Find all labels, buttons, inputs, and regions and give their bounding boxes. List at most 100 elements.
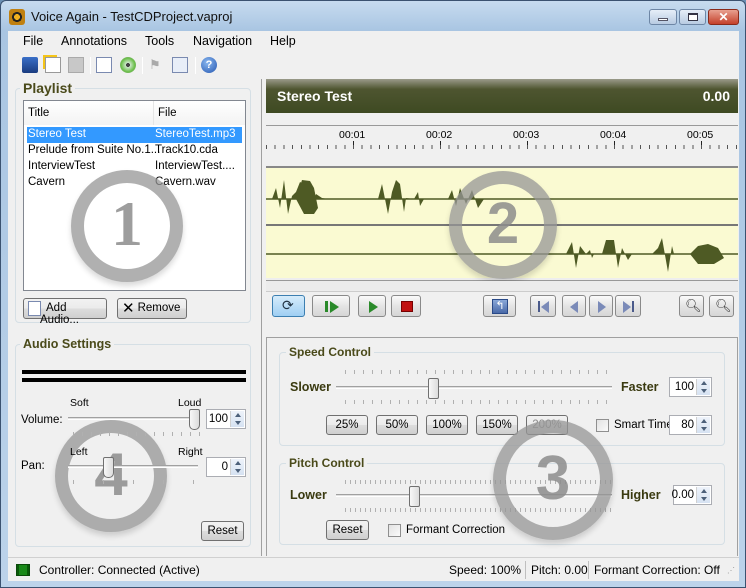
remove-label: Remove: [137, 302, 181, 314]
resize-grip[interactable]: ⋰: [727, 566, 735, 575]
pitch-reset-button[interactable]: Reset: [326, 520, 369, 540]
app-logo-icon: [9, 9, 25, 25]
ruler-label: 00:02: [426, 129, 453, 141]
formant-correction-checkbox[interactable]: [388, 524, 401, 537]
save-project-icon[interactable]: [22, 57, 38, 73]
loop-icon: ⟳: [282, 297, 294, 313]
volume-max-label: Loud: [178, 397, 202, 409]
close-button[interactable]: ✕: [708, 9, 739, 25]
level-meter-left: [22, 370, 246, 374]
menu-tools[interactable]: Tools: [145, 34, 174, 48]
zoom-out-button[interactable]: 🔍︎: [679, 295, 704, 317]
menu-navigation[interactable]: Navigation: [193, 34, 252, 48]
pitch-max-label: Higher: [621, 488, 661, 502]
volume-label: Volume:: [21, 414, 63, 426]
waveform-hscrollbar[interactable]: [266, 281, 738, 292]
loop-button[interactable]: ⟳: [272, 295, 305, 317]
step-forward-icon: [598, 301, 606, 313]
pitch-spinner[interactable]: 0.00: [672, 485, 712, 505]
step-back-button[interactable]: [562, 295, 586, 317]
pan-ticks: [73, 480, 200, 484]
maximize-button[interactable]: [679, 9, 706, 25]
column-header-title[interactable]: Title: [24, 101, 154, 125]
menu-file[interactable]: File: [23, 34, 43, 48]
remove-button[interactable]: ✕ Remove: [117, 298, 187, 319]
zoom-in-button[interactable]: 🔍︎: [709, 295, 734, 317]
smart-time-spinner[interactable]: 80: [669, 415, 712, 435]
return-button[interactable]: ↰: [483, 295, 516, 317]
timeline-ruler[interactable]: 00:01 00:02 00:03 00:04 00:05: [266, 113, 738, 165]
step-forward-button[interactable]: [589, 295, 613, 317]
playlist-list[interactable]: Title File Stereo Test StereoTest.mp3 Prel…: [23, 100, 246, 291]
cd-icon[interactable]: [120, 57, 136, 73]
zoom-in-icon: 🔍︎: [715, 298, 732, 313]
go-last-button[interactable]: [615, 295, 641, 317]
level-meter-right: [22, 378, 246, 382]
edit-annotation-icon[interactable]: [172, 57, 188, 73]
title-bar: Voice Again - TestCDProject.vaproj ✕: [1, 1, 745, 31]
formant-correction-label: Formant Correction: [406, 524, 506, 536]
playlist-row-file: Track10.cda: [155, 144, 218, 156]
menu-help[interactable]: Help: [270, 34, 296, 48]
volume-spinner[interactable]: 100: [206, 409, 246, 429]
column-header-file[interactable]: File: [154, 101, 245, 125]
speed-spinner[interactable]: 100: [669, 377, 712, 397]
speed-preset-button[interactable]: 150%: [476, 415, 518, 435]
smart-time-spin-arrows[interactable]: [696, 417, 710, 433]
go-first-button[interactable]: [530, 295, 556, 317]
pan-slider-track[interactable]: [68, 465, 198, 468]
pan-spin-arrows[interactable]: [230, 459, 244, 475]
playlist-row[interactable]: Stereo Test StereoTest.mp3: [27, 127, 242, 143]
window-title: Voice Again - TestCDProject.vaproj: [31, 9, 233, 24]
playlist-row-title: Prelude from Suite No.1...: [28, 144, 161, 156]
ruler-label: 00:01: [339, 129, 366, 141]
status-bar: Controller: Connected (Active) Speed: 10…: [8, 557, 739, 581]
add-audio-label: Add Audio...: [40, 302, 79, 326]
speed-preset-button[interactable]: 100%: [426, 415, 468, 435]
minimize-button[interactable]: [649, 9, 677, 25]
save-disabled-icon: [68, 57, 84, 73]
help-icon[interactable]: ?: [201, 57, 217, 73]
toolbar-separator: [195, 57, 196, 74]
panel-divider[interactable]: [261, 79, 262, 556]
pitch-spin-arrows[interactable]: [696, 487, 710, 503]
add-audio-button[interactable]: Add Audio...: [23, 298, 107, 326]
toolbar-separator: [90, 57, 91, 74]
waveform-view[interactable]: 2: [266, 166, 738, 281]
smart-time-checkbox[interactable]: [596, 419, 609, 432]
go-first-icon: [541, 301, 549, 313]
speed-status: Speed: 100%: [449, 563, 522, 577]
menu-annotations[interactable]: Annotations: [61, 34, 127, 48]
volume-spin-arrows[interactable]: [230, 411, 244, 427]
step-back-icon: [570, 301, 578, 313]
pan-min-label: Left: [70, 446, 88, 458]
pan-slider-thumb[interactable]: [103, 457, 115, 478]
speed-slider-thumb[interactable]: [428, 378, 440, 399]
formant-status: Formant Correction: Off: [594, 563, 720, 577]
import-audio-icon[interactable]: [96, 57, 112, 73]
speed-preset-button[interactable]: 50%: [376, 415, 418, 435]
volume-slider-track[interactable]: [68, 417, 198, 420]
speed-preset-button[interactable]: 25%: [326, 415, 368, 435]
ruler-label: 00:05: [687, 129, 714, 141]
toolbar: ⚑ ?: [8, 52, 739, 78]
go-last-icon: [623, 301, 631, 313]
status-separator: [525, 561, 526, 579]
volume-slider-thumb[interactable]: [189, 409, 200, 430]
pitch-control-title: Pitch Control: [286, 456, 368, 470]
new-project-icon[interactable]: [45, 57, 61, 73]
pan-spinner[interactable]: 0: [206, 457, 246, 477]
pitch-slider-thumb[interactable]: [408, 486, 420, 507]
speed-slider-track[interactable]: [336, 386, 612, 389]
speed-value: 100: [674, 381, 694, 393]
controller-status: Controller: Connected (Active): [39, 563, 200, 577]
watermark-3: 3: [493, 420, 613, 540]
playlist-row-title: Cavern: [28, 176, 66, 188]
playlist-row[interactable]: Prelude from Suite No.1... Track10.cda: [27, 143, 242, 159]
play-from-start-button[interactable]: [312, 295, 350, 317]
speed-spin-arrows[interactable]: [696, 379, 710, 395]
audio-reset-button[interactable]: Reset: [201, 521, 244, 541]
play-button[interactable]: [358, 295, 386, 317]
stop-button[interactable]: [391, 295, 421, 317]
volume-min-label: Soft: [70, 397, 89, 409]
